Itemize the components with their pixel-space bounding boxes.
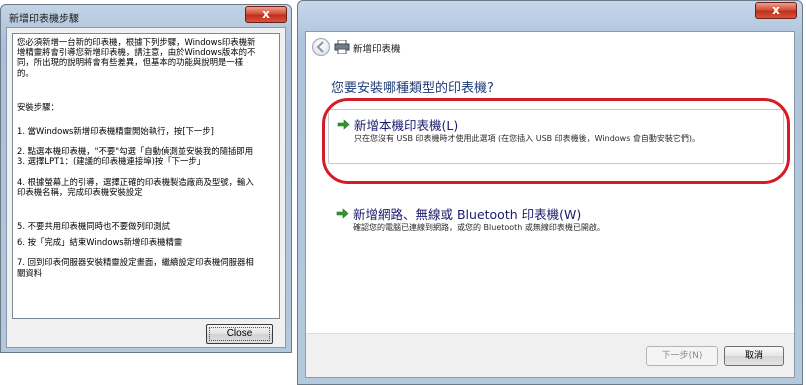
back-button[interactable]	[312, 38, 330, 56]
green-arrow-icon	[336, 208, 349, 219]
close-button[interactable]: Close	[206, 324, 273, 344]
intro-line: 您必須新增一台新的印表機，根據下列步驟，Windows印表機新	[17, 37, 256, 47]
steps-heading: 安裝步驟：	[17, 101, 59, 112]
steps-dialog-title: 新增印表機步驟	[9, 14, 79, 25]
cancel-button[interactable]: 取消	[724, 346, 784, 366]
wizard-footer: 下一步(N) 取消	[306, 333, 794, 377]
focus-rectangle	[209, 327, 270, 341]
step-line: 3. 選擇LPT1：(建議的印表機連接埠)按「下一步」	[17, 156, 206, 167]
intro-line: 增精靈將會引導您新增印表機，請注意，由於Windows版本的不	[17, 47, 256, 58]
add-printer-wizard: x 新增印表機 您要安裝哪種類型的印表機? 新增本機印表機(L) 只在您沒有 U…	[297, 0, 803, 385]
intro-line: 同，所出現的說明將會有些差異，但基本的功能與說明是一樣	[17, 57, 244, 68]
close-icon: x	[772, 3, 780, 17]
wizard-close-button[interactable]: x	[755, 2, 797, 19]
back-arrow-icon	[316, 41, 324, 53]
printer-type-question: 您要安裝哪種類型的印表機?	[331, 81, 494, 96]
printer-icon	[334, 40, 350, 54]
wizard-title: 新增印表機	[353, 44, 401, 55]
add-network-printer-option[interactable]: 新增網路、無線或 Bluetooth 印表機(W) 確認您的電腦已連線到網路，或…	[328, 202, 784, 242]
wizard-nav-row: 新增印表機	[306, 32, 794, 62]
wizard-body: 新增印表機 您要安裝哪種類型的印表機? 新增本機印表機(L) 只在您沒有 USB…	[305, 31, 795, 378]
intro-line: 的。	[17, 67, 34, 78]
steps-textbox[interactable]: 您必須新增一台新的印表機，根據下列步驟，Windows印表機新 增精靈將會引導您…	[12, 33, 280, 319]
steps-dialog-body: 您必須新增一台新的印表機，根據下列步驟，Windows印表機新 增精靈將會引導您…	[6, 27, 286, 348]
step-line: 7. 回到印表伺服器安裝精靈設定畫面，繼續設定印表機伺服器相	[17, 257, 254, 268]
steps-dialog: 新增印表機步驟 x 您必須新增一台新的印表機，根據下列步驟，Windows印表機…	[0, 4, 292, 353]
step-line: 關資料	[17, 267, 43, 278]
steps-dialog-titlebar[interactable]: 新增印表機步驟 x	[1, 5, 291, 27]
steps-dialog-close-button[interactable]: x	[245, 6, 287, 23]
highlight-annotation	[322, 98, 790, 184]
next-button[interactable]: 下一步(N)	[646, 346, 718, 366]
option-description: 確認您的電腦已連線到網路，或您的 Bluetooth 或無線印表機已開啟。	[353, 223, 605, 232]
step-line: 1. 當Windows新增印表機精靈開始執行，按[下一步]	[17, 126, 214, 137]
step-line: 2. 點選本機印表機，"不要"勾選「自動偵測並安裝我的隨插即用	[17, 146, 254, 157]
step-line: 4. 根據螢幕上的引導，選擇正確的印表機製造廠商及型號，輸入	[17, 176, 254, 187]
option-title: 新增網路、無線或 Bluetooth 印表機(W)	[353, 207, 582, 222]
step-line: 6. 按「完成」結束Windows新增印表機精靈	[17, 237, 183, 248]
step-line: 5. 不要共用印表機同時也不要做列印測試	[17, 221, 171, 232]
step-line: 印表機名稱，完成印表機安裝設定	[17, 186, 143, 197]
close-icon: x	[262, 7, 270, 21]
